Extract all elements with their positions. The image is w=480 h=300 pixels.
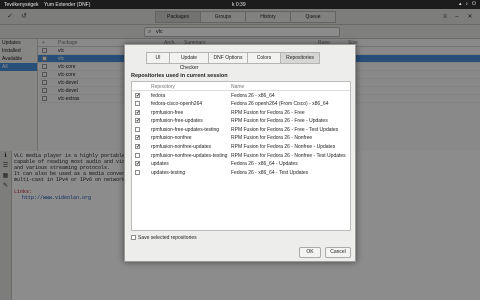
repository-id: rpmfusion-free-updates-testing: [151, 126, 220, 133]
section-title: Repositories used in current session: [131, 73, 228, 79]
repository-checkbox[interactable]: [135, 152, 140, 158]
repository-row[interactable]: fedora-cisco-openh264 Fedora 26 openh264 …: [132, 100, 350, 109]
repository-checkbox[interactable]: ✔: [135, 109, 140, 115]
repository-row[interactable]: ✔ rpmfusion-free RPM Fusion for Fedora 26 …: [132, 108, 350, 117]
power-icon: ⏻: [472, 1, 476, 7]
tab-colors[interactable]: Colors: [247, 52, 281, 64]
tab-dnf-options[interactable]: DNF Options: [208, 52, 248, 64]
column-header-repository[interactable]: Repository: [151, 84, 175, 90]
dialog-tabs: UI Update Checker DNF Options Colors Rep…: [146, 52, 320, 71]
save-repositories-option[interactable]: Save selected repositories: [131, 235, 197, 241]
volume-icon: ♪: [465, 1, 469, 7]
network-icon: ▴: [459, 1, 462, 7]
tab-ui[interactable]: UI: [146, 52, 170, 64]
repository-row[interactable]: ✔ fedora Fedora 26 - x86_64: [132, 91, 350, 100]
repository-id: fedora: [151, 92, 166, 99]
repository-name: Fedora 26 - x86_64 - Updates: [231, 161, 298, 168]
repository-table: Repository Name ✔ fedora Fedora 26 - x86_6…: [131, 81, 351, 231]
repository-checkbox[interactable]: ✔: [135, 144, 140, 150]
repository-id: rpmfusion-free-updates: [151, 118, 203, 125]
repository-checkbox[interactable]: ✔: [135, 118, 140, 124]
repository-name: Fedora 26 openh264 (From Cisco) - x86_64: [231, 101, 329, 108]
repository-name: Fedora 26 - x86_64: [231, 92, 275, 99]
repository-row[interactable]: ✔ updates Fedora 26 - x86_64 - Updates: [132, 160, 350, 169]
cancel-button[interactable]: Cancel: [325, 247, 351, 258]
repository-row[interactable]: rpmfusion-free-updates-testing RPM Fusion…: [132, 125, 350, 134]
repository-row[interactable]: ✔ rpmfusion-nonfree-updates RPM Fusion for…: [132, 143, 350, 152]
repository-id: rpmfusion-nonfree: [151, 135, 192, 142]
save-repositories-label: Save selected repositories: [138, 235, 197, 241]
repository-name: RPM Fusion for Fedora 26 - Nonfree: [231, 135, 313, 142]
repository-row[interactable]: ✔ rpmfusion-nonfree RPM Fusion for Fedora …: [132, 134, 350, 143]
activities-button[interactable]: Tevékenységek: [4, 2, 38, 8]
system-tray[interactable]: ▴ ♪ ⏻: [459, 1, 476, 7]
repository-row[interactable]: updates-testing Fedora 26 - x86_64 - Test…: [132, 168, 350, 177]
repository-name: Fedora 26 - x86_64 - Test Updates: [231, 169, 309, 176]
tab-repositories[interactable]: Repositories: [280, 52, 320, 64]
repository-name: RPM Fusion for Fedora 26 - Nonfree - Upd…: [231, 144, 336, 151]
tab-update-checker[interactable]: Update Checker: [169, 52, 209, 71]
repository-checkbox[interactable]: [135, 126, 140, 132]
repository-checkbox[interactable]: ✔: [135, 161, 140, 167]
repository-table-header: Repository Name: [132, 82, 350, 91]
system-top-bar: Tevékenységek Yum Extender (DNF) k 0:39 …: [0, 0, 480, 9]
preferences-dialog: UI Update Checker DNF Options Colors Rep…: [124, 44, 356, 262]
repository-name: RPM Fusion for Fedora 26 - Free - Update…: [231, 118, 328, 125]
repository-checkbox[interactable]: [135, 169, 140, 175]
repository-name: RPM Fusion for Fedora 26 - Nonfree - Tes…: [231, 152, 346, 159]
repository-id: rpmfusion-nonfree-updates: [151, 144, 212, 151]
repository-id: updates-testing: [151, 169, 186, 176]
repository-id: updates: [151, 161, 169, 168]
repository-row[interactable]: ✔ rpmfusion-free-updates RPM Fusion for Fe…: [132, 117, 350, 126]
ok-button[interactable]: OK: [299, 247, 321, 258]
repository-checkbox[interactable]: [135, 101, 140, 107]
repository-name: RPM Fusion for Fedora 26 - Free: [231, 109, 305, 116]
save-repositories-checkbox[interactable]: [131, 235, 136, 241]
repository-row[interactable]: rpmfusion-nonfree-updates-testing RPM Fus…: [132, 151, 350, 160]
clock[interactable]: k 0:39: [232, 2, 246, 8]
repository-checkbox[interactable]: ✔: [135, 135, 140, 141]
column-header-name[interactable]: Name: [231, 84, 244, 90]
repository-checkbox[interactable]: ✔: [135, 92, 140, 98]
repository-id: rpmfusion-free: [151, 109, 184, 116]
repository-id: rpmfusion-nonfree-updates-testing: [151, 152, 228, 159]
repository-name: RPM Fusion for Fedora 26 - Free - Test U…: [231, 126, 339, 133]
app-menu[interactable]: Yum Extender (DNF): [44, 2, 90, 8]
repository-id: fedora-cisco-openh264: [151, 101, 203, 108]
